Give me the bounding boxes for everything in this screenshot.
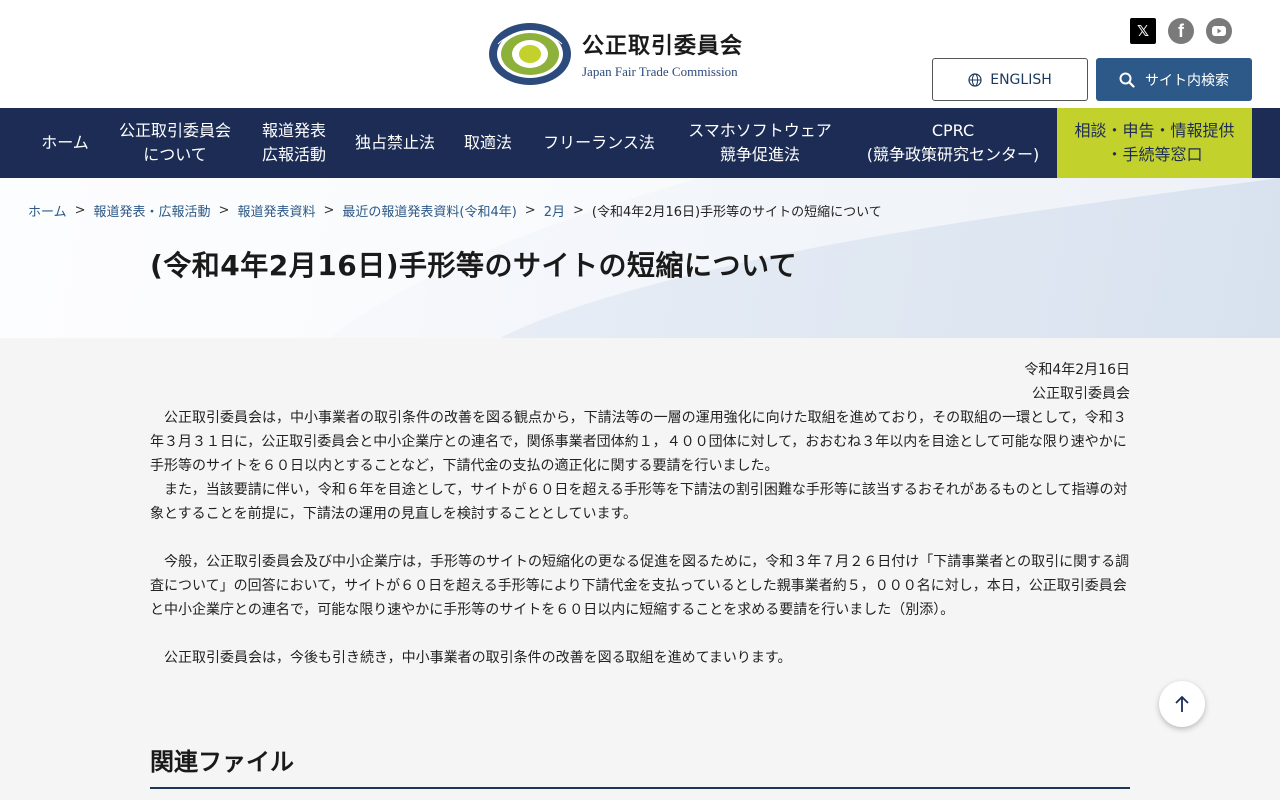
logo-title-ja: 公正取引委員会 xyxy=(582,34,744,59)
breadcrumb-link-month[interactable]: 2月 xyxy=(544,201,565,220)
body-paragraph: また，当該要請に伴い，令和６年を目途として，サイトが６０日を超える手形等を下請法… xyxy=(150,482,1128,522)
logo-title-en: Japan Fair Trade Commission xyxy=(582,64,738,79)
breadcrumb-link-press[interactable]: 報道発表・広報活動 xyxy=(94,201,211,220)
nav-item-press[interactable]: 報道発表 広報活動 xyxy=(246,108,342,178)
social-links: 𝕏 f xyxy=(1130,18,1232,44)
page-hero: ホーム > 報道発表・広報活動 > 報道発表資料 > 最近の報道発表資料(令和4… xyxy=(0,178,1280,338)
site-search-label: サイト内検索 xyxy=(1145,72,1229,89)
x-icon[interactable]: 𝕏 xyxy=(1130,18,1156,44)
body-paragraph: 公正取引委員会は，中小事業者の取引条件の改善を図る観点から，下請法等の一層の運用… xyxy=(150,410,1127,474)
facebook-icon[interactable]: f xyxy=(1168,18,1194,44)
site-logo[interactable]: 公正取引委員会 Japan Fair Trade Commission xyxy=(488,22,743,86)
release-date: 令和4年2月16日 xyxy=(1024,362,1130,378)
site-header: 公正取引委員会 Japan Fair Trade Commission 𝕏 f … xyxy=(0,0,1280,108)
breadcrumb-separator: > xyxy=(218,203,230,218)
nav-item-subcontract[interactable]: 取適法 xyxy=(448,108,528,178)
main-content: 令和4年2月16日 公正取引委員会 公正取引委員会は，中小事業者の取引条件の改善… xyxy=(150,358,1130,670)
breadcrumb-separator: > xyxy=(323,203,335,218)
release-info: 令和4年2月16日 公正取引委員会 xyxy=(150,358,1130,406)
jftc-emblem-icon xyxy=(488,22,572,86)
page-title: (令和4年2月16日)手形等のサイトの短縮について xyxy=(150,249,798,282)
nav-item-smartphone[interactable]: スマホソフトウェア 競争促進法 xyxy=(670,108,850,178)
nav-item-freelance[interactable]: フリーランス法 xyxy=(528,108,670,178)
nav-item-cprc[interactable]: CPRC (競争政策研究センター) xyxy=(850,108,1056,178)
arrow-up-icon xyxy=(1175,695,1189,712)
youtube-icon[interactable] xyxy=(1206,18,1232,44)
site-search-button[interactable]: サイト内検索 xyxy=(1096,58,1252,101)
nav-item-about[interactable]: 公正取引委員会 について xyxy=(104,108,246,178)
english-label: ENGLISH xyxy=(990,71,1052,88)
release-issuer: 公正取引委員会 xyxy=(1032,386,1130,402)
breadcrumb-separator: > xyxy=(572,203,584,218)
breadcrumb: ホーム > 報道発表・広報活動 > 報道発表資料 > 最近の報道発表資料(令和4… xyxy=(28,201,882,220)
globe-icon xyxy=(968,72,982,87)
nav-item-home[interactable]: ホーム xyxy=(26,108,104,178)
back-to-top-button[interactable] xyxy=(1159,681,1205,727)
breadcrumb-separator: > xyxy=(524,203,536,218)
body-paragraph: 今般，公正取引委員会及び中小企業庁は，手形等のサイトの短縮化の更なる促進を図るた… xyxy=(150,554,1130,618)
breadcrumb-current: (令和4年2月16日)手形等のサイトの短縮について xyxy=(591,205,882,220)
english-button[interactable]: ENGLISH xyxy=(932,58,1088,101)
breadcrumb-separator: > xyxy=(74,203,86,218)
body-paragraph: 公正取引委員会は，今後も引き続き，中小事業者の取引条件の改善を図る取組を進めてま… xyxy=(150,650,792,666)
global-nav: ホーム 公正取引委員会 について 報道発表 広報活動 独占禁止法 取適法 フリー… xyxy=(0,108,1280,178)
nav-item-antimonopoly[interactable]: 独占禁止法 xyxy=(342,108,448,178)
nav-item-consultation[interactable]: 相談・申告・情報提供 ・手続等窓口 xyxy=(1057,108,1252,178)
search-icon xyxy=(1119,72,1135,88)
breadcrumb-link-recent[interactable]: 最近の報道発表資料(令和4年) xyxy=(342,201,516,220)
breadcrumb-link-releases[interactable]: 報道発表資料 xyxy=(237,201,315,220)
related-files-heading: 関連ファイル xyxy=(150,742,1130,789)
breadcrumb-link-home[interactable]: ホーム xyxy=(28,201,67,220)
